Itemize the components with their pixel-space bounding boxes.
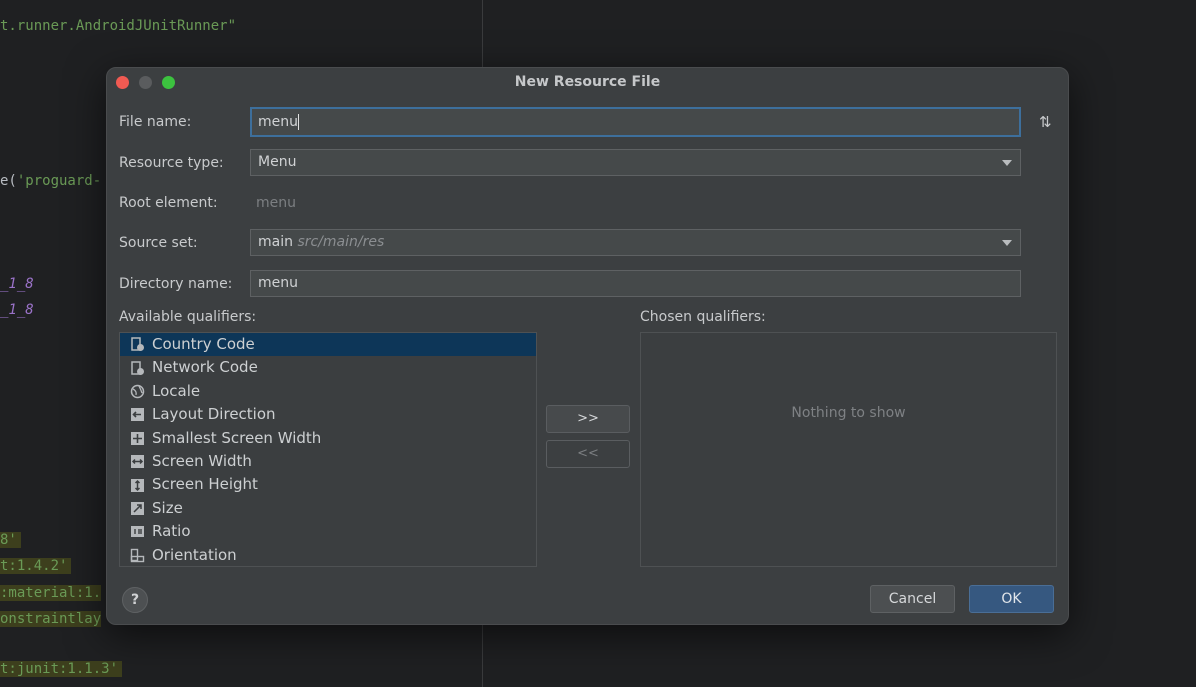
source-set-label: Source set: xyxy=(119,235,198,251)
smallest-screen-width-icon xyxy=(130,431,145,446)
new-resource-file-dialog: New Resource File File name: menu ⇅ Reso… xyxy=(106,67,1069,625)
list-item[interactable]: Screen Width xyxy=(120,450,536,473)
globe-icon xyxy=(130,384,145,399)
country-code-icon xyxy=(130,337,145,352)
chosen-qualifiers-list[interactable]: Nothing to show xyxy=(640,332,1057,567)
available-qualifiers-label: Available qualifiers: xyxy=(119,309,257,325)
remove-qualifier-button[interactable]: << xyxy=(546,440,630,468)
chosen-qualifiers-label: Chosen qualifiers: xyxy=(640,309,766,325)
qualifier-label: Locale xyxy=(152,381,201,400)
available-qualifiers-list[interactable]: Country Code Network Code Locale Layout … xyxy=(119,332,537,567)
qualifier-label: Smallest Screen Width xyxy=(152,428,322,447)
directory-name-label: Directory name: xyxy=(119,276,233,292)
source-set-value: main xyxy=(258,234,293,250)
code-line: _1_8 xyxy=(0,302,34,318)
code-line: e('proguard- xyxy=(0,173,102,189)
list-item[interactable]: Network Code xyxy=(120,356,536,379)
ok-button[interactable]: OK xyxy=(969,585,1054,613)
code-line: :material:1. xyxy=(0,585,102,601)
file-name-value: menu xyxy=(258,114,298,130)
sort-icon[interactable]: ⇅ xyxy=(1039,113,1052,131)
qualifier-label: Size xyxy=(152,498,183,517)
layout-direction-icon xyxy=(130,407,145,422)
resource-type-label: Resource type: xyxy=(119,155,224,171)
list-item[interactable]: Layout Direction xyxy=(120,403,536,426)
list-item[interactable]: Screen Height xyxy=(120,473,536,496)
qualifier-label: Country Code xyxy=(152,335,255,353)
source-set-select[interactable]: main src/main/res xyxy=(250,229,1021,256)
list-item[interactable]: Smallest Screen Width xyxy=(120,427,536,450)
orientation-icon xyxy=(130,548,145,563)
code-line: _1_8 xyxy=(0,276,34,292)
chevron-down-icon xyxy=(1002,240,1012,246)
screen-width-icon xyxy=(130,454,145,469)
chevron-down-icon xyxy=(1002,160,1012,166)
code-line: 8' xyxy=(0,532,21,548)
root-element-label: Root element: xyxy=(119,195,218,211)
qualifier-label: Screen Width xyxy=(152,451,252,470)
list-item[interactable]: Locale xyxy=(120,380,536,403)
file-name-label: File name: xyxy=(119,114,192,130)
help-button[interactable]: ? xyxy=(122,587,148,613)
code-line: t:junit:1.1.3' xyxy=(0,661,123,677)
add-qualifier-button[interactable]: >> xyxy=(546,405,630,433)
source-set-path: src/main/res xyxy=(297,234,385,250)
dialog-title: New Resource File xyxy=(514,74,661,90)
qualifier-label: Ratio xyxy=(152,522,191,541)
screen-height-icon xyxy=(130,478,145,493)
qualifier-label: Network Code xyxy=(152,358,258,377)
directory-name-value: menu xyxy=(258,275,298,291)
ratio-icon xyxy=(130,524,145,539)
network-code-icon xyxy=(130,360,145,376)
code-line: onstraintlay xyxy=(0,611,102,627)
list-item[interactable]: Ratio xyxy=(120,520,536,543)
text-caret xyxy=(298,114,299,130)
cancel-button[interactable]: Cancel xyxy=(870,585,955,613)
list-item[interactable]: Orientation xyxy=(120,544,536,566)
directory-name-input[interactable]: menu xyxy=(250,270,1021,297)
list-item[interactable]: Size xyxy=(120,497,536,520)
resource-type-select[interactable]: Menu xyxy=(250,149,1021,176)
root-element-value: menu xyxy=(256,195,296,211)
list-item[interactable]: Country Code xyxy=(120,333,536,357)
qualifier-label: Layout Direction xyxy=(152,405,276,424)
size-icon xyxy=(130,501,145,516)
qualifier-label: Orientation xyxy=(152,545,237,564)
empty-state-text: Nothing to show xyxy=(791,405,906,421)
qualifier-label: Screen Height xyxy=(152,475,258,494)
dialog-titlebar: New Resource File xyxy=(107,68,1068,98)
code-line: t.runner.AndroidJUnitRunner" xyxy=(0,18,237,34)
code-line: t:1.4.2' xyxy=(0,558,72,574)
file-name-input[interactable]: menu xyxy=(250,107,1021,137)
resource-type-value: Menu xyxy=(258,154,297,170)
